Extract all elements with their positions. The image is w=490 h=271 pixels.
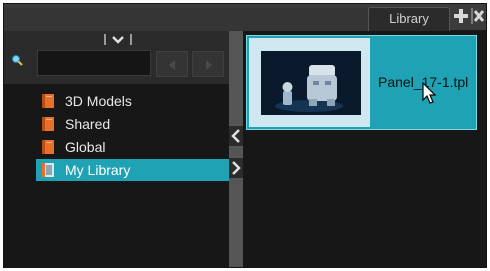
mouse-cursor-icon: [422, 81, 438, 106]
prev-button[interactable]: [156, 51, 188, 77]
close-icon[interactable]: [471, 8, 485, 24]
search-icon: [11, 54, 23, 66]
tree-item-global[interactable]: Global: [36, 136, 229, 158]
tree-item-my-library[interactable]: My Library: [36, 159, 229, 181]
library-tree: 3D Models Shared Global My Library: [4, 84, 229, 267]
library-window: Library 3D Models Shared Global My Libra…: [3, 3, 487, 268]
book-icon: [40, 116, 56, 132]
pane-splitter[interactable]: [229, 31, 243, 267]
library-content-pane: Panel_17-1.tpl: [243, 31, 486, 267]
book-icon: [40, 93, 56, 109]
chevron-right-icon[interactable]: [229, 158, 243, 178]
search-input[interactable]: [37, 50, 151, 76]
tree-item-label: Shared: [65, 116, 111, 132]
plus-icon[interactable]: [454, 9, 468, 23]
next-button[interactable]: [192, 51, 224, 77]
template-item[interactable]: Panel_17-1.tpl: [246, 35, 477, 130]
library-header: Library: [4, 4, 486, 31]
book-icon: [40, 162, 56, 178]
chevron-down-icon[interactable]: [104, 33, 132, 47]
template-thumbnail: [249, 38, 370, 127]
character-thumbnail: [261, 51, 361, 115]
book-icon: [40, 139, 56, 155]
tree-item-label: My Library: [65, 162, 131, 178]
header-strip: [4, 8, 368, 31]
tree-item-3d-models[interactable]: 3D Models: [36, 90, 229, 112]
tree-item-label: Global: [65, 139, 106, 155]
library-toolbar: [4, 31, 229, 84]
tree-item-shared[interactable]: Shared: [36, 113, 229, 135]
chevron-left-icon[interactable]: [229, 126, 243, 146]
tab-library[interactable]: Library: [368, 7, 450, 31]
tree-item-label: 3D Models: [65, 93, 132, 109]
library-tree-pane: 3D Models Shared Global My Library: [4, 31, 229, 267]
